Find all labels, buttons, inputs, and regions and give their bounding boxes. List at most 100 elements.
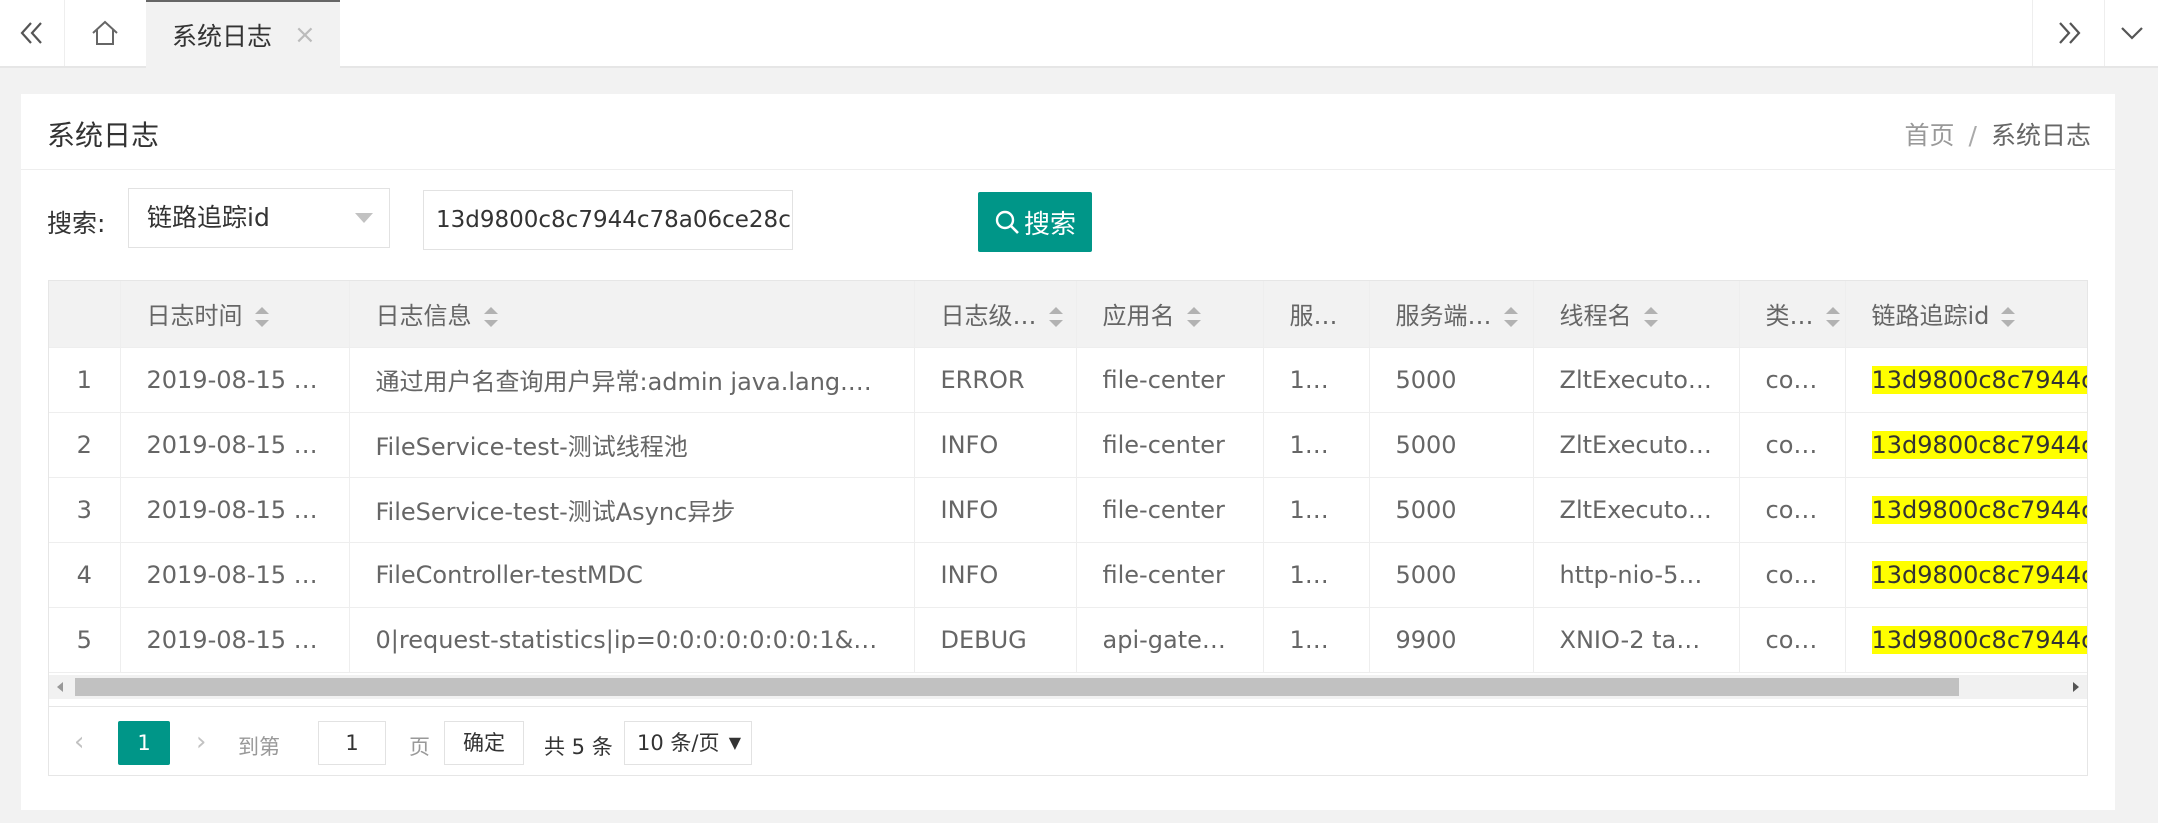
page-size-value: 10 条/页	[637, 731, 720, 755]
double-chevron-right-icon	[2059, 22, 2081, 44]
cell-app-name: file-center	[1076, 477, 1264, 543]
cell-app-name: file-center	[1076, 412, 1264, 478]
cell-log-time: 2019-08-15 0…	[120, 347, 350, 413]
sort-icon[interactable]	[1643, 307, 1658, 328]
tab-bar: 系统日志 ×	[0, 0, 2158, 68]
cell-log-time: 2019-08-15 0…	[120, 477, 350, 543]
search-field-selected-value: 链路追踪id	[147, 203, 270, 232]
search-input[interactable]	[423, 190, 793, 250]
home-tab[interactable]	[64, 0, 147, 66]
cell-trace-id: 13d9800c8c7944c78a	[1845, 477, 2087, 543]
table-header-row: 日志时间 日志信息 日志级别 应用名 服… 服务端口 线程名 类… 链路追踪id	[49, 281, 2087, 348]
cell-server: 19…	[1263, 412, 1370, 478]
cell-log-level: DEBUG	[914, 607, 1077, 673]
cell-log-message: FileService-test-测试Async异步	[349, 477, 915, 543]
cell-log-time: 2019-08-15 0…	[120, 542, 350, 608]
close-icon[interactable]: ×	[294, 20, 316, 50]
sort-icon[interactable]	[254, 307, 269, 328]
sort-icon[interactable]	[2001, 307, 2016, 328]
cell-index: 1	[49, 347, 121, 413]
cell-log-message: 通过用户名查询用户异常:admin java.lang.Nu…	[349, 347, 915, 413]
table-row[interactable]: 3 2019-08-15 0… FileService-test-测试Async…	[49, 477, 2087, 543]
cell-log-level: INFO	[914, 477, 1077, 543]
col-header-log-time[interactable]: 日志时间	[120, 281, 350, 348]
cell-index: 2	[49, 412, 121, 478]
scroll-tabs-left-button[interactable]	[0, 0, 65, 66]
goto-label: 到第	[238, 735, 280, 759]
breadcrumb-home-link[interactable]: 首页	[1905, 121, 1955, 150]
breadcrumb-current: 系统日志	[1990, 121, 2091, 150]
breadcrumb: 首页 / 系统日志	[1905, 116, 2091, 152]
table-row[interactable]: 2 2019-08-15 0… FileService-test-测试线程池 I…	[49, 412, 2087, 478]
cell-app-name: file-center	[1076, 347, 1264, 413]
card-header: 系统日志 首页 / 系统日志	[21, 94, 2115, 170]
page-unit-label: 页	[409, 735, 430, 759]
cell-index: 4	[49, 542, 121, 608]
cell-log-message: 0|request-statistics|ip=0:0:0:0:0:0:0:1&…	[349, 607, 915, 673]
col-header-log-message[interactable]: 日志信息	[349, 281, 915, 348]
trace-id-highlight: 13d9800c8c7944c78a	[1871, 430, 2087, 459]
col-header-class[interactable]: 类…	[1739, 281, 1846, 348]
cell-index: 5	[49, 607, 121, 673]
cell-server: 19…	[1263, 347, 1370, 413]
scroll-left-arrow-icon[interactable]	[57, 682, 63, 692]
cell-class: co…	[1739, 607, 1846, 673]
col-header-server-port[interactable]: 服务端口	[1369, 281, 1534, 348]
pagination: ‹ 1 › 到第 1 页 确定 共 5 条 10 条/页 ▼	[48, 706, 2088, 776]
tab-system-log[interactable]: 系统日志 ×	[146, 0, 340, 68]
scroll-tabs-right-button[interactable]	[2032, 0, 2105, 66]
sort-icon[interactable]	[1503, 307, 1518, 328]
cell-thread-name: ZltExecutor-1	[1533, 347, 1740, 413]
sort-icon[interactable]	[1048, 307, 1063, 328]
content-card: 系统日志 首页 / 系统日志 搜索: 链路追踪id 搜索 日志时间 日志信息 日志级…	[21, 94, 2115, 810]
cell-log-message: FileController-testMDC	[349, 542, 915, 608]
search-field-select[interactable]: 链路追踪id	[128, 188, 390, 248]
cell-server: 19…	[1263, 542, 1370, 608]
cell-log-time: 2019-08-15 0…	[120, 412, 350, 478]
cell-class: co…	[1739, 477, 1846, 543]
tab-menu-dropdown-button[interactable]	[2104, 0, 2158, 66]
scrollbar-thumb[interactable]	[75, 678, 1959, 696]
goto-page-input[interactable]: 1	[318, 721, 386, 765]
cell-server-port: 5000	[1369, 412, 1534, 478]
cell-server: 19…	[1263, 477, 1370, 543]
table-row[interactable]: 4 2019-08-15 0… FileController-testMDC I…	[49, 542, 2087, 608]
sort-icon[interactable]	[483, 307, 498, 328]
col-header-server[interactable]: 服…	[1263, 281, 1370, 348]
cell-server-port: 5000	[1369, 477, 1534, 543]
scroll-right-arrow-icon[interactable]	[2073, 682, 2079, 692]
cell-trace-id: 13d9800c8c7944c78a	[1845, 412, 2087, 478]
goto-confirm-button[interactable]: 确定	[444, 721, 524, 765]
col-header-trace-id[interactable]: 链路追踪id	[1845, 281, 2087, 348]
cell-class: co…	[1739, 542, 1846, 608]
cell-trace-id: 13d9800c8c7944c78a	[1845, 607, 2087, 673]
breadcrumb-separator: /	[1968, 121, 1977, 150]
page-size-select[interactable]: 10 条/页 ▼	[624, 721, 752, 765]
cell-thread-name: ZltExecutor-1	[1533, 477, 1740, 543]
table-row[interactable]: 5 2019-08-15 0… 0|request-statistics|ip=…	[49, 607, 2087, 673]
sort-icon[interactable]	[1186, 307, 1201, 328]
cell-app-name: api-gateway	[1076, 607, 1264, 673]
search-button-label: 搜索	[1023, 209, 1076, 240]
home-icon	[92, 20, 118, 45]
col-header-index	[49, 281, 121, 348]
sort-icon[interactable]	[1825, 307, 1840, 328]
prev-page-button[interactable]: ‹	[74, 727, 84, 757]
search-button[interactable]: 搜索	[978, 192, 1092, 252]
cell-log-level: ERROR	[914, 347, 1077, 413]
cell-app-name: file-center	[1076, 542, 1264, 608]
cell-server-port: 5000	[1369, 542, 1534, 608]
page-1-button[interactable]: 1	[118, 721, 170, 765]
next-page-button[interactable]: ›	[196, 727, 206, 757]
col-header-thread-name[interactable]: 线程名	[1533, 281, 1740, 348]
cell-log-level: INFO	[914, 542, 1077, 608]
table-row[interactable]: 1 2019-08-15 0… 通过用户名查询用户异常:admin java.l…	[49, 347, 2087, 413]
search-icon	[995, 210, 1019, 234]
trace-id-highlight: 13d9800c8c7944c78a	[1871, 365, 2087, 394]
col-header-log-level[interactable]: 日志级别	[914, 281, 1077, 348]
horizontal-scrollbar[interactable]	[49, 675, 2087, 699]
cell-class: co…	[1739, 347, 1846, 413]
tab-label: 系统日志	[172, 22, 273, 51]
cell-log-time: 2019-08-15 0…	[120, 607, 350, 673]
col-header-app-name[interactable]: 应用名	[1076, 281, 1264, 348]
